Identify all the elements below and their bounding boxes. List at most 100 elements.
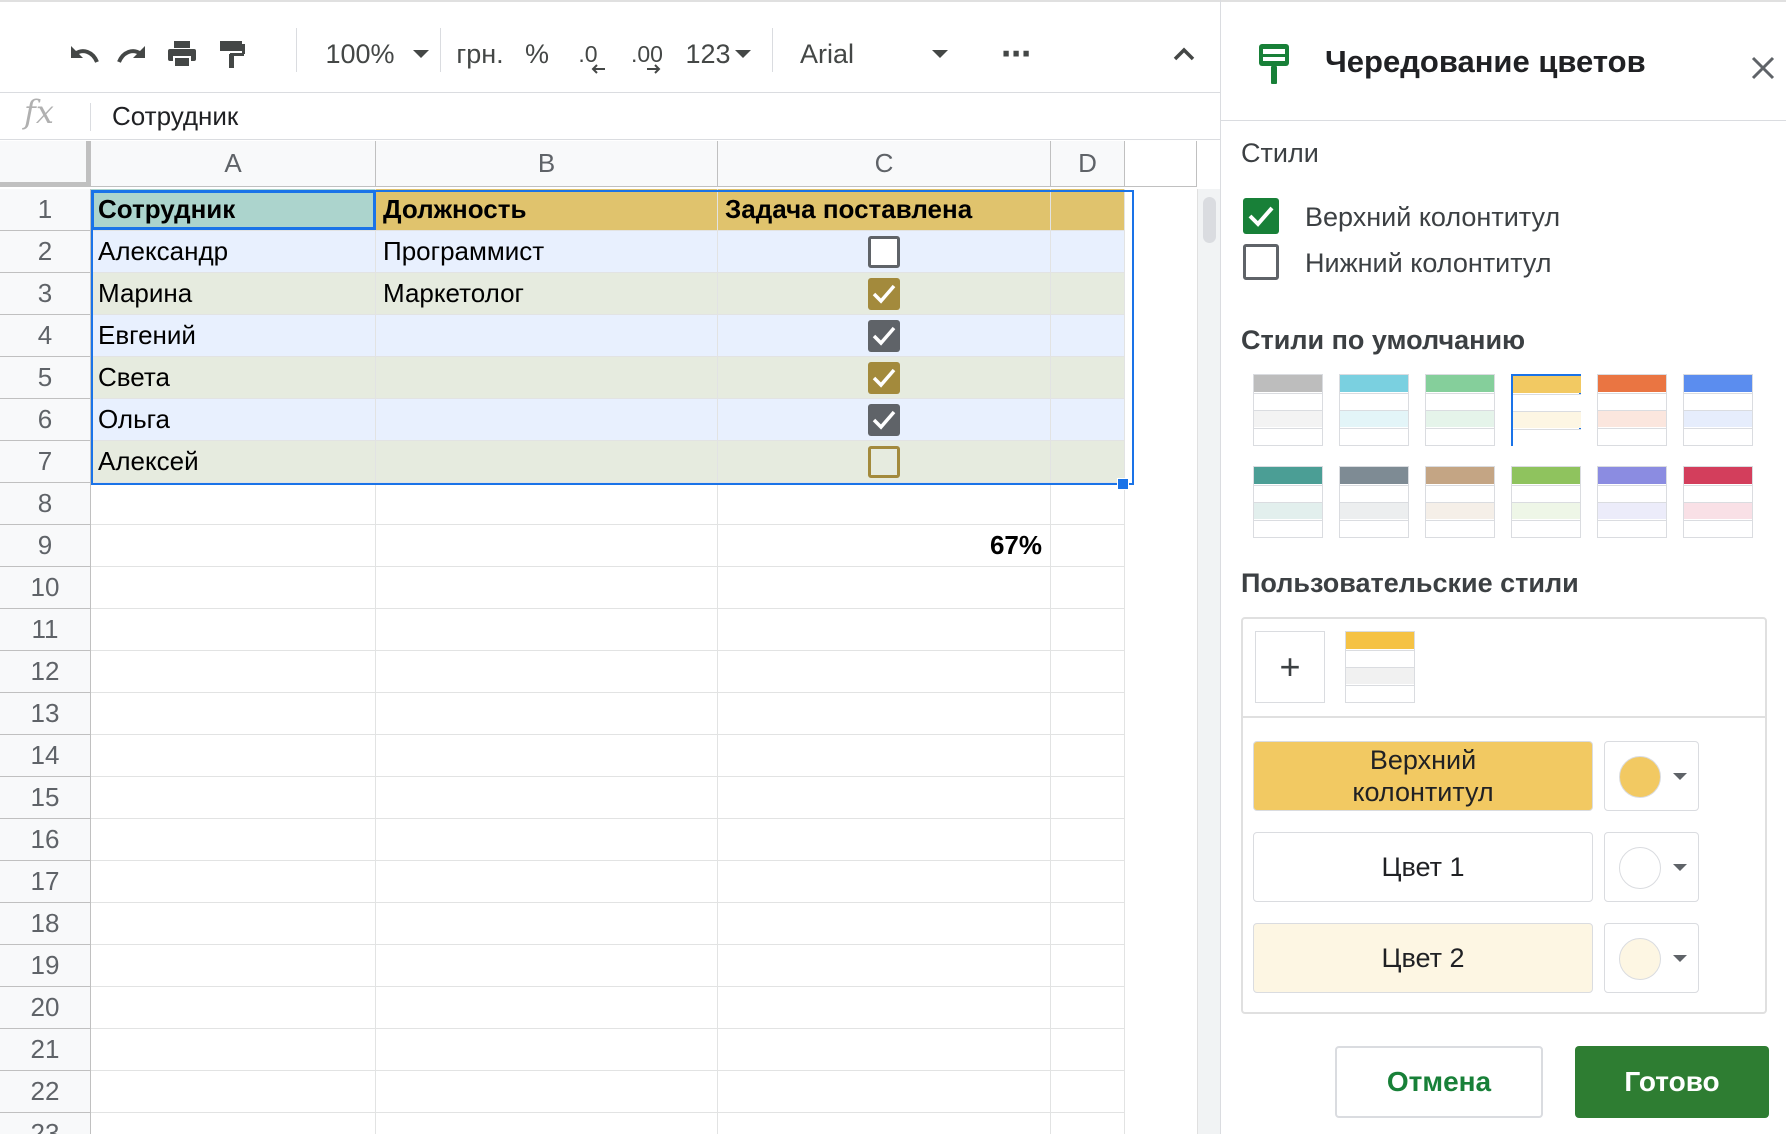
default-style-swatch[interactable]	[1425, 374, 1495, 446]
cell[interactable]	[91, 1071, 376, 1113]
close-button[interactable]	[1743, 48, 1783, 88]
row-header[interactable]: 7	[0, 441, 91, 483]
task-checkbox[interactable]	[868, 445, 900, 478]
cell[interactable]	[376, 861, 718, 903]
cell[interactable]	[718, 693, 1051, 735]
name-cell[interactable]: Марина	[91, 273, 376, 315]
column-header-c[interactable]: C	[718, 141, 1051, 187]
task-cell[interactable]	[718, 357, 1051, 399]
column-header-a[interactable]: A	[91, 141, 376, 187]
undo-button[interactable]	[62, 32, 106, 76]
cell[interactable]	[91, 987, 376, 1029]
column-header-b[interactable]: B	[376, 141, 718, 187]
row-header[interactable]: 3	[0, 273, 91, 315]
cell[interactable]	[91, 945, 376, 987]
cell[interactable]	[91, 609, 376, 651]
default-style-swatch[interactable]	[1683, 466, 1753, 538]
cell[interactable]	[718, 1113, 1051, 1134]
more-button[interactable]: ⋯	[996, 32, 1036, 76]
cell[interactable]	[91, 735, 376, 777]
task-cell[interactable]	[718, 315, 1051, 357]
row-header[interactable]: 11	[0, 609, 91, 651]
row-header[interactable]: 9	[0, 525, 91, 567]
position-cell[interactable]: Маркетолог	[376, 273, 718, 315]
position-cell[interactable]	[376, 357, 718, 399]
cell[interactable]	[1051, 693, 1125, 735]
collapse-toolbar-button[interactable]	[1166, 32, 1202, 76]
cell[interactable]	[1051, 525, 1125, 567]
default-style-swatch[interactable]	[1339, 466, 1409, 538]
header-color-button[interactable]: Верхний колонтитул	[1253, 741, 1593, 811]
cell[interactable]	[718, 609, 1051, 651]
cell[interactable]	[1051, 399, 1125, 441]
cell[interactable]	[376, 735, 718, 777]
position-cell[interactable]: Программист	[376, 231, 718, 273]
color2-button[interactable]: Цвет 2	[1253, 923, 1593, 993]
cell[interactable]	[376, 945, 718, 987]
row-header[interactable]: 20	[0, 987, 91, 1029]
cell[interactable]	[376, 987, 718, 1029]
cell[interactable]	[718, 483, 1051, 525]
formula-input[interactable]: Сотрудник	[112, 101, 238, 132]
currency-button[interactable]: грн.	[452, 32, 508, 76]
cell[interactable]	[718, 819, 1051, 861]
cancel-button[interactable]: Отмена	[1335, 1046, 1543, 1118]
cell[interactable]	[376, 777, 718, 819]
default-style-swatch[interactable]	[1511, 374, 1581, 446]
default-style-swatch[interactable]	[1597, 466, 1667, 538]
header-color-picker[interactable]	[1604, 741, 1699, 811]
row-header[interactable]: 15	[0, 777, 91, 819]
percent-button[interactable]: %	[522, 32, 552, 76]
cell[interactable]	[718, 987, 1051, 1029]
cell[interactable]	[718, 1071, 1051, 1113]
cell[interactable]	[91, 693, 376, 735]
default-style-swatch[interactable]	[1597, 374, 1667, 446]
task-checkbox[interactable]	[868, 361, 900, 394]
cell[interactable]	[1051, 1113, 1125, 1134]
cell[interactable]	[1051, 777, 1125, 819]
cell[interactable]	[91, 903, 376, 945]
decrease-decimal-button[interactable]: .0	[570, 32, 606, 76]
position-cell[interactable]	[376, 441, 718, 483]
row-header[interactable]: 18	[0, 903, 91, 945]
increase-decimal-button[interactable]: .00	[624, 32, 670, 76]
cell[interactable]	[718, 567, 1051, 609]
footer-checkbox[interactable]	[1243, 244, 1279, 280]
name-cell[interactable]: Алексей	[91, 441, 376, 483]
default-style-swatch[interactable]	[1339, 374, 1409, 446]
cell[interactable]	[718, 861, 1051, 903]
task-checkbox[interactable]	[868, 277, 900, 310]
header-cell[interactable]	[1051, 189, 1125, 231]
position-cell[interactable]	[376, 315, 718, 357]
cell[interactable]	[376, 819, 718, 861]
cell[interactable]	[718, 1029, 1051, 1071]
cell[interactable]	[91, 525, 376, 567]
scrollbar-thumb[interactable]	[1203, 197, 1216, 243]
cell[interactable]	[376, 567, 718, 609]
cell[interactable]	[376, 483, 718, 525]
row-header[interactable]: 21	[0, 1029, 91, 1071]
default-style-swatch[interactable]	[1253, 466, 1323, 538]
cell[interactable]	[718, 735, 1051, 777]
cell[interactable]	[1051, 1071, 1125, 1113]
column-header-d[interactable]: D	[1051, 141, 1125, 187]
row-header[interactable]: 19	[0, 945, 91, 987]
task-cell[interactable]	[718, 273, 1051, 315]
cell[interactable]	[91, 483, 376, 525]
color1-picker[interactable]	[1604, 832, 1699, 902]
row-header[interactable]: 17	[0, 861, 91, 903]
paint-format-button[interactable]	[210, 32, 254, 76]
cell[interactable]	[91, 651, 376, 693]
cell[interactable]	[91, 567, 376, 609]
header-cell[interactable]: Должность	[376, 189, 718, 231]
task-checkbox[interactable]	[868, 319, 900, 352]
row-header[interactable]: 6	[0, 399, 91, 441]
cell[interactable]	[91, 819, 376, 861]
row-header[interactable]: 1	[0, 189, 91, 231]
cell[interactable]	[718, 777, 1051, 819]
task-cell[interactable]	[718, 441, 1051, 483]
task-checkbox[interactable]	[868, 235, 900, 268]
default-style-swatch[interactable]	[1683, 374, 1753, 446]
header-cell[interactable]: Сотрудник	[91, 189, 376, 231]
row-header[interactable]: 2	[0, 231, 91, 273]
